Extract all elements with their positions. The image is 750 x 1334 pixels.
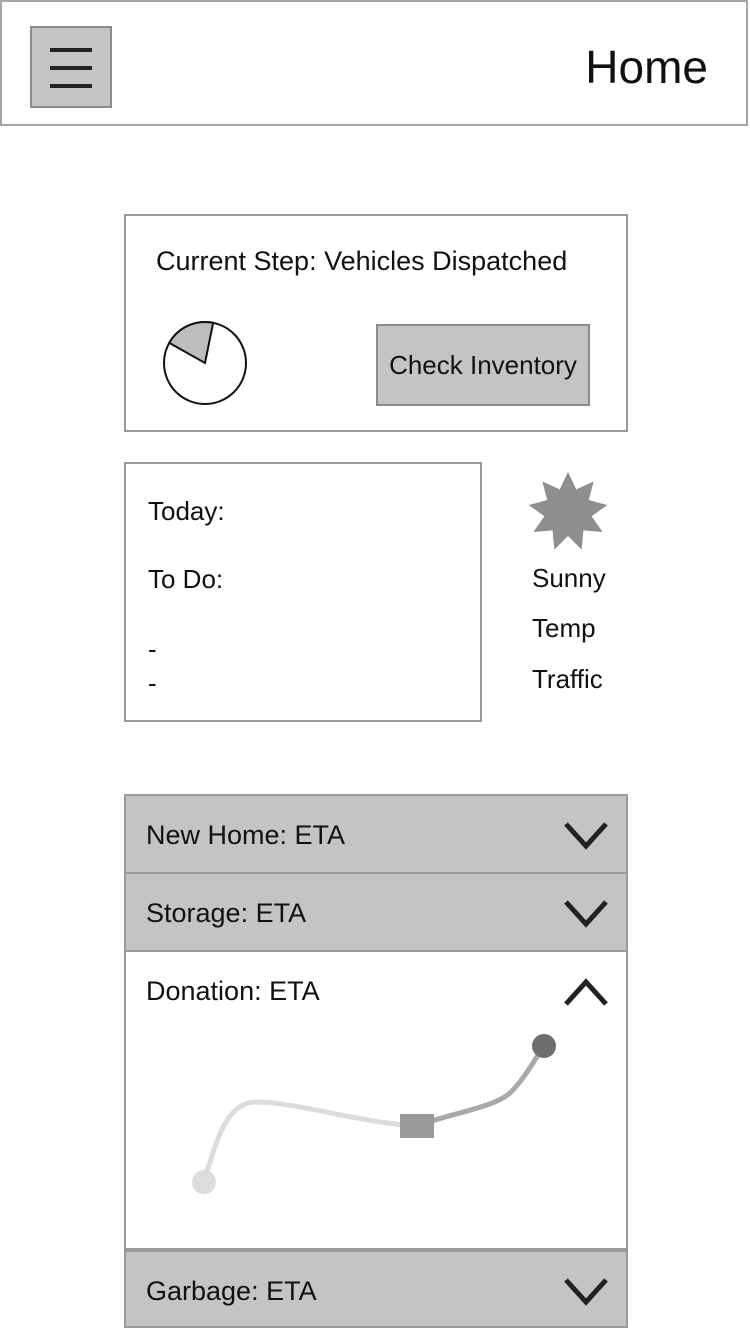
route-map bbox=[192, 1034, 556, 1194]
menu-button[interactable] bbox=[30, 26, 112, 108]
today-card: Today: To Do: - - bbox=[124, 462, 482, 722]
hamburger-line bbox=[50, 66, 92, 70]
delivery-storage[interactable]: Storage: ETA bbox=[124, 872, 628, 952]
temperature-label: Temp bbox=[532, 613, 596, 643]
app-header: Home bbox=[0, 0, 748, 126]
delivery-label: New Home: ETA bbox=[146, 820, 346, 850]
chevron-down-icon[interactable] bbox=[562, 896, 610, 932]
delivery-donation[interactable]: Donation: ETA bbox=[124, 950, 628, 1250]
hamburger-menu-icon bbox=[50, 48, 92, 52]
route-start-marker bbox=[192, 1170, 216, 1194]
vehicle-marker bbox=[400, 1114, 434, 1138]
current-step-text: Current Step: Vehicles Dispatched bbox=[156, 246, 568, 276]
today-label: Today: bbox=[148, 496, 225, 526]
progress-pie-chart bbox=[163, 321, 247, 405]
chevron-down-icon[interactable] bbox=[562, 818, 610, 854]
delivery-new-home[interactable]: New Home: ETA bbox=[124, 794, 628, 874]
traffic-label: Traffic bbox=[532, 664, 603, 694]
weather-condition: Sunny bbox=[532, 563, 606, 593]
route-completed-path bbox=[201, 1099, 417, 1183]
current-step-card: Current Step: Vehicles Dispatched Check … bbox=[124, 214, 628, 432]
check-inventory-button[interactable]: Check Inventory bbox=[376, 324, 590, 406]
delivery-label: Storage: ETA bbox=[146, 898, 307, 928]
sun-icon bbox=[528, 472, 608, 550]
chevron-down-icon[interactable] bbox=[562, 1274, 610, 1310]
todo-item: - bbox=[148, 668, 157, 698]
page-title: Home bbox=[585, 41, 708, 93]
todo-label: To Do: bbox=[148, 564, 224, 594]
deliveries-accordion: New Home: ETA Storage: ETA Donation: ETA… bbox=[124, 794, 628, 1328]
delivery-garbage[interactable]: Garbage: ETA bbox=[124, 1248, 628, 1328]
route-remaining-path bbox=[415, 1044, 547, 1129]
todo-item: - bbox=[148, 634, 157, 664]
hamburger-line bbox=[50, 84, 92, 88]
delivery-label: Garbage: ETA bbox=[146, 1276, 317, 1306]
destination-marker bbox=[532, 1034, 556, 1058]
